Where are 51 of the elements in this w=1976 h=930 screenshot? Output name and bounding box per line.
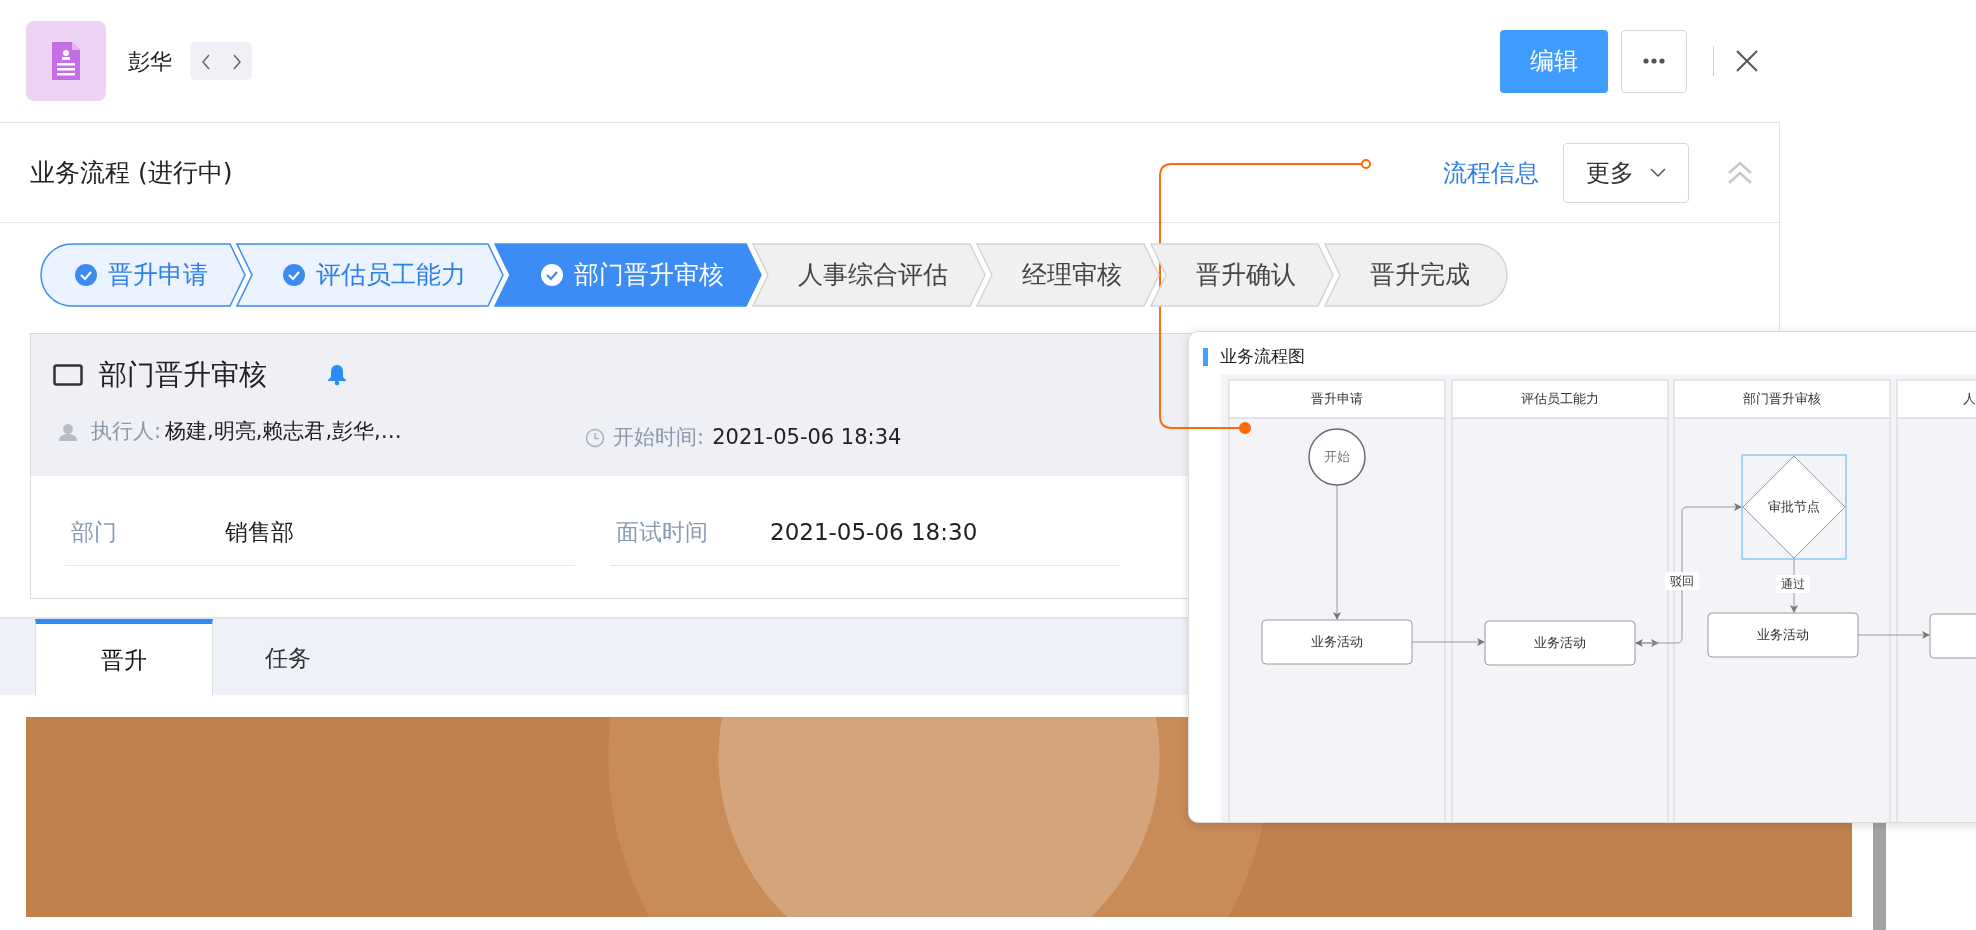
record-title: 彭华 [128, 47, 172, 76]
start-time-value: 2021-05-06 18:34 [712, 424, 902, 451]
activity-node[interactable] [1929, 613, 1976, 659]
popup-title: 业务流程图 [1220, 345, 1305, 369]
field-value: 2021-05-06 18:30 [770, 518, 978, 548]
more-dropdown[interactable]: 更多 [1563, 142, 1689, 203]
close-icon[interactable] [1736, 50, 1758, 72]
process-step[interactable]: 经理审核 [976, 243, 1160, 307]
title-accent-bar [1203, 348, 1208, 366]
lane-header: 评估员工能力 [1451, 379, 1669, 419]
edge-label: 驳回 [1665, 572, 1699, 590]
task-title: 部门晋升审核 [99, 357, 267, 393]
lane-header: 部门晋升审核 [1673, 379, 1891, 419]
caret-icon [1650, 167, 1666, 178]
person-icon [59, 422, 77, 441]
task-icon [53, 364, 83, 386]
field-value: 销售部 [225, 518, 294, 548]
collapse-icon[interactable] [1727, 160, 1753, 185]
edge-label: 通过 [1776, 575, 1810, 593]
activity-node[interactable]: 业务活动 [1707, 612, 1859, 658]
chevron-left-icon [199, 52, 212, 71]
activity-node[interactable]: 业务活动 [1261, 619, 1413, 665]
process-step[interactable]: 晋升确认 [1150, 243, 1334, 307]
check-circle-icon [74, 263, 98, 287]
field-label: 部门 [70, 518, 118, 548]
lane-header: 人 [1896, 379, 1976, 419]
process-info-link[interactable]: 流程信息 [1443, 154, 1539, 191]
process-step[interactable]: 人事综合评估 [752, 243, 986, 307]
tab[interactable]: 晋升 [35, 619, 213, 697]
assignee-names: 杨建,明亮,赖志君,彭华,… [165, 418, 403, 445]
check-circle-icon [282, 263, 306, 287]
process-step[interactable]: 评估员工能力 [236, 243, 504, 307]
activity-node[interactable]: 业务活动 [1484, 620, 1636, 666]
lane-header: 晋升申请 [1228, 379, 1446, 419]
decision-node[interactable]: 审批节点 [1741, 454, 1847, 560]
app-icon [26, 21, 106, 101]
start-time-label: 开始时间: [613, 424, 705, 451]
bell-icon[interactable] [327, 364, 347, 386]
more-button[interactable] [1621, 29, 1687, 93]
assignee-label: 执行人: [91, 418, 162, 445]
start-node[interactable]: 开始 [1308, 428, 1366, 486]
process-step[interactable]: 晋升申请 [40, 243, 246, 307]
ellipsis-icon [1643, 58, 1665, 64]
scrollbar-thumb[interactable] [1873, 820, 1886, 930]
chevron-right-icon [230, 52, 243, 71]
clock-icon [585, 427, 606, 448]
panel-title: 业务流程 (进行中) [30, 156, 233, 189]
process-step[interactable]: 晋升完成 [1324, 243, 1508, 307]
field-label: 面试时间 [615, 518, 709, 548]
check-circle-icon [540, 263, 564, 287]
tab[interactable]: 任务 [213, 619, 363, 697]
